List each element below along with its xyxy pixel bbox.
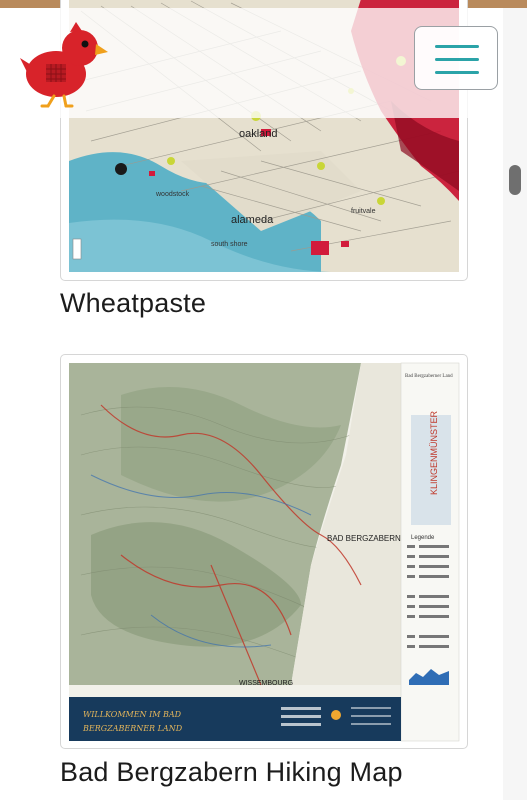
menu-toggle-button[interactable] (414, 26, 498, 90)
map-label-woodstock: woodstock (155, 191, 190, 198)
bad-bergzabern-map-image[interactable]: Bad Bergzaberner Land Legende KLINGENMÜN… (61, 355, 467, 748)
map-label-fruitvale: fruitvale (351, 208, 376, 215)
map-label-wissembourg: WISSEMBOURG (239, 680, 293, 687)
card-title-wheatpaste[interactable]: Wheatpaste (60, 288, 206, 319)
banner-sun-icon (331, 710, 341, 720)
map-label-south-shore: south shore (211, 241, 248, 248)
scrollbar-thumb[interactable] (509, 165, 521, 195)
banner-line-1: WILLKOMMEN IM BAD (83, 710, 182, 719)
scrollbar-track[interactable] (503, 8, 527, 800)
site-logo[interactable] (18, 22, 110, 110)
red-bird-icon (20, 22, 108, 108)
map-header-label: Bad Bergzaberner Land (405, 374, 453, 379)
map-label-oakland: oakland (239, 128, 278, 140)
map-label-klingenmunster: KLINGENMÜNSTER (429, 410, 439, 495)
map-legend-label: Legende (411, 535, 435, 541)
map-label-alameda: alameda (231, 214, 274, 226)
map-zoom-control[interactable] (72, 238, 82, 260)
map-card-bad-bergzabern[interactable]: Bad Bergzaberner Land Legende KLINGENMÜN… (60, 354, 468, 749)
card-title-bad-bergzabern[interactable]: Bad Bergzabern Hiking Map (60, 757, 403, 788)
banner-line-2: BERGZABERNER LAND (82, 724, 183, 733)
map-label-bad-bergzabern: BAD BERGZABERN (327, 534, 401, 543)
